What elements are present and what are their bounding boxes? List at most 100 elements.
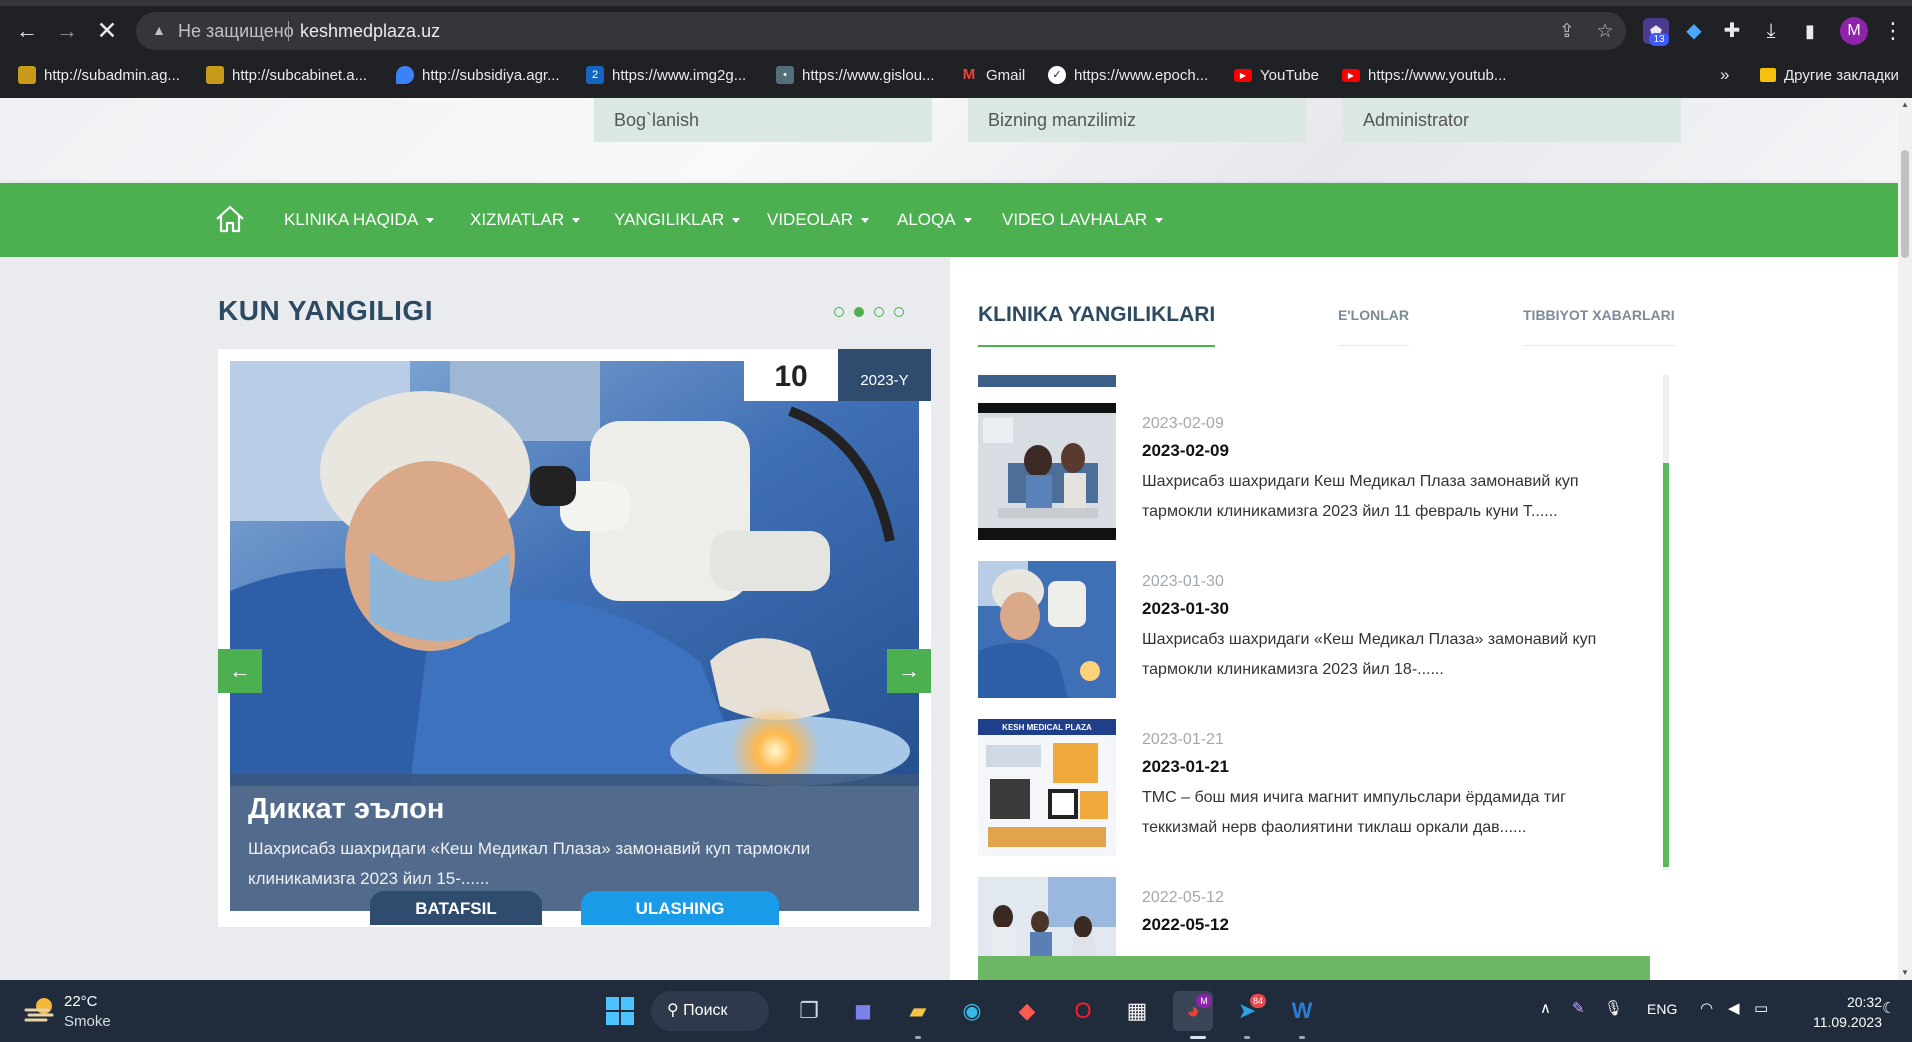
bookmark-item[interactable]: http://subsidiya.agr...	[396, 64, 560, 86]
nav-klinika-haqida[interactable]: KLINIKA HAQIDA	[284, 209, 435, 231]
nav-video-lavhalar[interactable]: VIDEO LAVHALAR	[1002, 209, 1164, 231]
extension-shield-icon[interactable]: ◆	[1681, 18, 1707, 44]
caption-title[interactable]: Диккат эълон	[248, 792, 901, 826]
url-separator	[288, 21, 289, 41]
tab-medical-news[interactable]: TIBBIYOT XABARLARI	[1523, 307, 1675, 346]
back-icon[interactable]: ←	[10, 14, 44, 48]
scroll-up-icon[interactable]: ▲	[1901, 100, 1909, 110]
edge-icon[interactable]: ◉	[952, 991, 992, 1031]
bookmark-item[interactable]: 2 https://www.img2g...	[586, 64, 746, 86]
top-link-contact[interactable]: Bog`lanish	[594, 98, 932, 142]
slider-dot[interactable]	[834, 307, 844, 317]
tms-device-thumbnail: KESH MEDICAL PLAZA	[978, 719, 1116, 856]
weather-temperature[interactable]: 22°C	[64, 993, 98, 1010]
warning-icon[interactable]: ▲	[150, 21, 168, 39]
nav-yangiliklar[interactable]: YANGILIKLAR	[614, 209, 741, 231]
bookmark-item[interactable]: M Gmail	[960, 64, 1025, 86]
news-title[interactable]: 2022-05-12	[1142, 915, 1229, 935]
slider-dot[interactable]	[874, 307, 884, 317]
scroll-down-icon[interactable]: ▼	[1901, 968, 1909, 978]
youtube-icon: ▶	[1234, 68, 1252, 82]
list-item[interactable]: KESH MEDICAL PLAZA 2023-01-21 2023-01-21…	[978, 719, 1658, 859]
download-icon[interactable]: ⤓	[1758, 18, 1784, 44]
tab-clinic-news[interactable]: KLINIKA YANGILIKLARI	[978, 303, 1216, 347]
opera-icon[interactable]: O	[1063, 991, 1103, 1031]
arrow-left-icon[interactable]: ←	[218, 649, 262, 693]
slide-card[interactable]: 10 2023-Y ← → Диккат эълон Шахрисабз шах…	[218, 349, 931, 927]
bookmark-item[interactable]: • https://www.gislou...	[776, 64, 935, 86]
slider-dot[interactable]	[894, 307, 904, 317]
security-status[interactable]: Не защищено	[178, 21, 294, 41]
stop-loading-icon[interactable]: ✕	[90, 14, 124, 48]
microsoft-store-icon[interactable]: ▦	[1117, 991, 1157, 1031]
windows-start-icon[interactable]	[600, 991, 640, 1031]
language-indicator[interactable]: ENG	[1647, 1001, 1677, 1017]
share-button[interactable]: ULASHING	[581, 891, 779, 925]
site-top-bar: Bog`lanish Bizning manzilimiz Administra…	[0, 98, 1898, 184]
home-icon[interactable]	[214, 204, 246, 234]
nav-label: KLINIKA HAQIDA	[284, 210, 419, 229]
bookmark-item[interactable]: http://subcabinet.a...	[206, 64, 367, 86]
page-viewport: Bog`lanish Bizning manzilimiz Administra…	[0, 98, 1898, 980]
bookmark-item[interactable]: http://subadmin.ag...	[18, 64, 180, 86]
bookmarks-overflow-icon[interactable]: »	[1720, 64, 1729, 86]
wifi-icon[interactable]: ◠	[1700, 999, 1713, 1017]
search-label: Поиск	[683, 1002, 728, 1019]
page-scroll-thumb[interactable]	[1901, 150, 1909, 258]
news-title[interactable]: 2023-01-30	[1142, 599, 1229, 619]
microphone-icon[interactable]: 🎙︎	[1604, 999, 1623, 1017]
tray-chevron-up-icon[interactable]: ∧	[1540, 999, 1551, 1017]
list-item[interactable]: 2023-02-09 2023-02-09 Шахрисабз шахридаг…	[978, 403, 1658, 543]
news-scroll-thumb[interactable]	[1663, 463, 1669, 867]
caret-down-icon	[963, 218, 972, 224]
date-day: 10	[744, 349, 838, 401]
teams-chat-icon[interactable]: ◼	[843, 991, 883, 1031]
bookmark-label: https://www.youtub...	[1368, 66, 1507, 84]
address-bar[interactable]: ▲ Не защищено keshmedplaza.uz ⇪ ☆	[136, 12, 1626, 50]
task-view-icon[interactable]: ❐	[789, 991, 829, 1031]
nav-aloqa[interactable]: ALOQA	[897, 209, 972, 231]
news-title[interactable]: 2023-02-09	[1142, 441, 1229, 461]
bookmark-star-icon[interactable]: ☆	[1594, 21, 1616, 43]
nav-videolar[interactable]: VIDEOLAR	[767, 209, 869, 231]
tab-announcements[interactable]: E'LONLAR	[1338, 307, 1409, 346]
file-explorer-icon[interactable]: ▰	[898, 991, 938, 1031]
top-link-address[interactable]: Bizning manzilimiz	[968, 98, 1306, 142]
clock-time[interactable]: 20:32	[1830, 994, 1882, 1010]
other-bookmarks[interactable]: Другие закладки	[1760, 64, 1899, 86]
top-link-administrator[interactable]: Administrator	[1343, 98, 1681, 142]
weather-description[interactable]: Smoke	[64, 1013, 111, 1030]
page-scrollbar[interactable]: ▲ ▼	[1898, 98, 1912, 980]
read-more-button[interactable]: BATAFSIL	[370, 891, 542, 925]
news-scrollbar[interactable]	[1663, 375, 1669, 870]
battery-icon[interactable]: ▭	[1754, 999, 1768, 1017]
clock-date[interactable]: 11.09.2023	[1800, 1014, 1882, 1030]
bookmark-item[interactable]: ▶ https://www.youtub...	[1342, 64, 1506, 86]
date-year: 2023-Y	[838, 349, 931, 401]
bookmark-item[interactable]: ▶ YouTube	[1234, 64, 1319, 86]
arrow-right-icon[interactable]: →	[887, 649, 931, 693]
taskbar-search[interactable]: ⚲ Поиск	[651, 991, 769, 1031]
extensions-puzzle-icon[interactable]: ✚	[1719, 18, 1745, 44]
weather-smoke-icon[interactable]	[24, 994, 58, 1026]
profile-avatar[interactable]: M	[1840, 17, 1868, 45]
volume-icon[interactable]: ◀	[1728, 999, 1740, 1017]
share-icon[interactable]: ⇪	[1556, 21, 1578, 43]
notification-moon-icon[interactable]: ☾	[1882, 999, 1895, 1017]
word-icon[interactable]: W	[1282, 991, 1322, 1031]
list-item[interactable]: 2023-01-30 2023-01-30 Шахрисабз шахридаг…	[978, 561, 1658, 701]
caret-down-icon	[860, 218, 869, 224]
anydesk-icon[interactable]: ◆	[1007, 991, 1047, 1031]
bookmark-item[interactable]: ✓ https://www.epoch...	[1048, 64, 1208, 86]
slider-dot-active[interactable]	[854, 307, 864, 317]
pen-icon[interactable]: ✎	[1572, 999, 1585, 1017]
list-item[interactable]: 2022-05-12 2022-05-12	[978, 877, 1658, 965]
eye-exam-thumbnail	[978, 403, 1116, 540]
forward-icon[interactable]: →	[50, 14, 84, 48]
more-menu-icon[interactable]: ⋮	[1882, 16, 1904, 46]
nav-xizmatlar[interactable]: XIZMATLAR	[470, 209, 581, 231]
url-text[interactable]: keshmedplaza.uz	[300, 21, 440, 41]
side-panel-icon[interactable]: ▮	[1797, 18, 1823, 44]
news-title[interactable]: 2023-01-21	[1142, 757, 1229, 777]
news-thumbnail-partial	[978, 375, 1116, 387]
